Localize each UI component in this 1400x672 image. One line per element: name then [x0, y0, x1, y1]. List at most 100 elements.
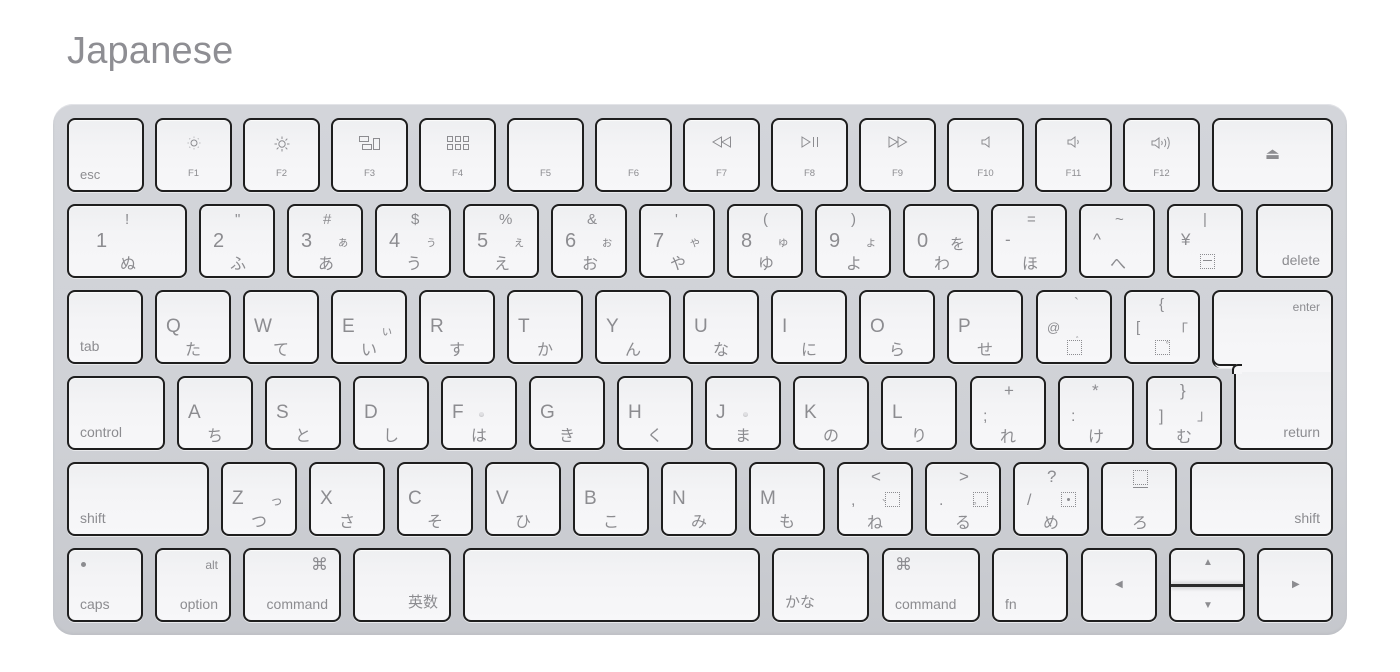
key-1[interactable]: 1! ぬ	[67, 204, 187, 278]
key-s[interactable]: Sと	[265, 376, 341, 450]
f11-key[interactable]: F11	[1035, 118, 1112, 192]
key-o[interactable]: Oら	[859, 290, 935, 364]
key-bracket-left[interactable]: {[「°	[1124, 290, 1200, 364]
key-u[interactable]: Uな	[683, 290, 759, 364]
shift-char: '	[675, 211, 678, 228]
middle-dot-box-icon	[1061, 492, 1076, 507]
primary-char: U	[694, 316, 708, 337]
key-period[interactable]: >. る。	[925, 462, 1001, 536]
arrow-left-key[interactable]: ◀	[1081, 548, 1157, 622]
key-2[interactable]: 2 " ふ	[199, 204, 275, 278]
key-e[interactable]: Eいぃ	[331, 290, 407, 364]
key-r[interactable]: Rす	[419, 290, 495, 364]
primary-char: Y	[606, 316, 619, 337]
command-right-key[interactable]: ⌘ command	[882, 548, 980, 622]
f1-key[interactable]: F1	[155, 118, 232, 192]
primary-char: @	[1047, 320, 1061, 335]
shift-left-key[interactable]: shift	[67, 462, 209, 536]
key-at[interactable]: ` @ ゛	[1036, 290, 1112, 364]
f12-key[interactable]: F12	[1123, 118, 1200, 192]
command-label: command	[895, 596, 957, 612]
primary-char: ]	[1159, 408, 1164, 425]
key-l[interactable]: Lり	[881, 376, 957, 450]
key-4[interactable]: 4 $ うぅ	[375, 204, 451, 278]
key-q[interactable]: Qた	[155, 290, 231, 364]
key-i[interactable]: Iに	[771, 290, 847, 364]
key-k[interactable]: Kの	[793, 376, 869, 450]
f9-key[interactable]: F9	[859, 118, 936, 192]
fn-key[interactable]: fn	[992, 548, 1068, 622]
primary-char: P	[958, 316, 971, 337]
key-p[interactable]: Pせ	[947, 290, 1023, 364]
key-6[interactable]: 6 & おぉ	[551, 204, 627, 278]
key-g[interactable]: Gき	[529, 376, 605, 450]
key-comma[interactable]: <, ね 、	[837, 462, 913, 536]
key-slash[interactable]: ? / め	[1013, 462, 1089, 536]
f10-key[interactable]: F10	[947, 118, 1024, 192]
key-c[interactable]: Cそ	[397, 462, 473, 536]
kana-char: よ	[846, 254, 863, 273]
return-key[interactable]: enter	[1212, 290, 1333, 368]
key-bracket-right[interactable]: }] む」	[1146, 376, 1222, 450]
key-y[interactable]: Yん	[595, 290, 671, 364]
delete-label: delete	[1281, 252, 1320, 268]
kana-char: ん	[625, 340, 642, 359]
kana-char: り	[911, 426, 928, 445]
eject-key[interactable]: ⏏	[1212, 118, 1333, 192]
option-key[interactable]: alt option	[155, 548, 231, 622]
key-8[interactable]: 8 (ゆゅ	[727, 204, 803, 278]
shift-char: &	[587, 211, 598, 228]
key-ro[interactable]: ろ	[1101, 462, 1177, 536]
key-z[interactable]: Zつっ	[221, 462, 297, 536]
key-f[interactable]: Fは	[441, 376, 517, 450]
primary-char: 2	[213, 230, 225, 252]
command-left-key[interactable]: ⌘ command	[243, 548, 341, 622]
f6-key[interactable]: F6	[595, 118, 672, 192]
f3-key[interactable]: F3	[331, 118, 408, 192]
key-semicolon[interactable]: +; れ	[970, 376, 1046, 450]
f4-key[interactable]: F4	[419, 118, 496, 192]
key-h[interactable]: Hく	[617, 376, 693, 450]
f2-key[interactable]: F2	[243, 118, 320, 192]
kana-char: ふ	[230, 254, 247, 273]
key-x[interactable]: Xさ	[309, 462, 385, 536]
primary-char: N	[672, 488, 686, 509]
key-yen[interactable]: ¥ |	[1167, 204, 1243, 278]
shift-right-key[interactable]: shift	[1190, 462, 1333, 536]
key-b[interactable]: Bこ	[573, 462, 649, 536]
tab-key[interactable]: tab	[67, 290, 143, 364]
primary-char: B	[584, 488, 597, 509]
key-m[interactable]: Mも	[749, 462, 825, 536]
key-5[interactable]: 5% えぇ	[463, 204, 539, 278]
key-3[interactable]: 3 # あぁ	[287, 204, 363, 278]
f8-key[interactable]: F8	[771, 118, 848, 192]
key-0[interactable]: 0わを	[903, 204, 979, 278]
delete-key[interactable]: delete	[1256, 204, 1333, 278]
key-caret[interactable]: ^ ~ へ	[1079, 204, 1155, 278]
eisu-key[interactable]: 英数	[353, 548, 451, 622]
space-bar[interactable]	[463, 548, 760, 622]
control-key[interactable]: control	[67, 376, 165, 450]
f7-key[interactable]: F7	[683, 118, 760, 192]
key-7[interactable]: 7 ' やゃ	[639, 204, 715, 278]
key-j[interactable]: Jま	[705, 376, 781, 450]
esc-key[interactable]: esc	[67, 118, 144, 192]
key-w[interactable]: Wて	[243, 290, 319, 364]
key-t[interactable]: Tか	[507, 290, 583, 364]
caps-lock-key[interactable]: caps	[67, 548, 143, 622]
kana-key[interactable]: かな	[772, 548, 869, 622]
key-d[interactable]: Dし	[353, 376, 429, 450]
key-a[interactable]: Aち	[177, 376, 253, 450]
key-minus[interactable]: - = ほ	[991, 204, 1067, 278]
key-v[interactable]: Vひ	[485, 462, 561, 536]
kana-char: み	[691, 512, 708, 531]
key-n[interactable]: Nみ	[661, 462, 737, 536]
return-key-lower[interactable]: return	[1234, 360, 1333, 450]
arrow-up-down-key[interactable]: ▲ ▼	[1169, 548, 1245, 622]
key-9[interactable]: 9) よょ	[815, 204, 891, 278]
kana-char: る	[955, 513, 972, 532]
key-colon[interactable]: *: け	[1058, 376, 1134, 450]
f5-key[interactable]: F5	[507, 118, 584, 192]
primary-char: 9	[829, 230, 841, 252]
arrow-right-key[interactable]: ▶	[1257, 548, 1333, 622]
